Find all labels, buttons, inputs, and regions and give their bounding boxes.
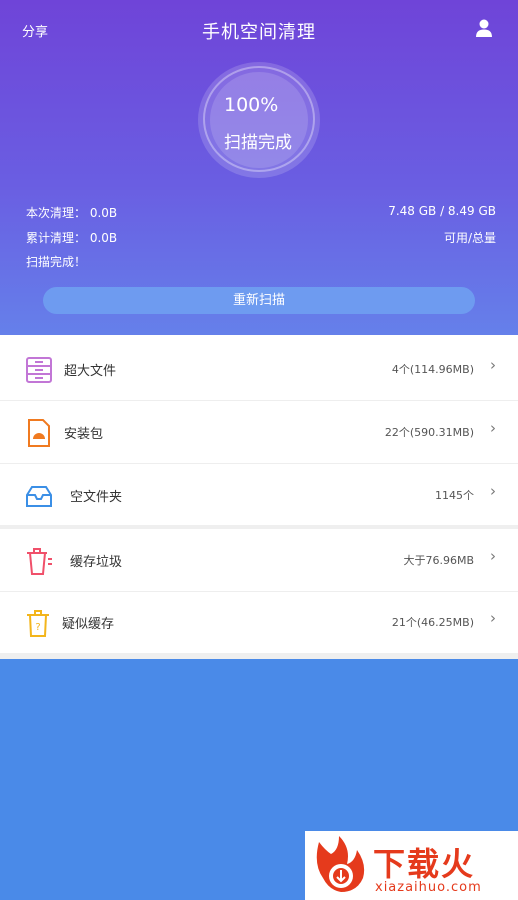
package-icon: [28, 419, 50, 447]
chevron-right-icon: ›: [490, 356, 496, 374]
file-cabinet-icon: [26, 357, 52, 383]
file-category-card: 超大文件 4个(114.96MB) › 安装包 22个(590.31MB) › …: [0, 335, 518, 525]
chevron-right-icon: ›: [490, 482, 496, 500]
list-item-value: 21个(46.25MB): [391, 616, 474, 629]
list-item-value: 22个(590.31MB): [384, 426, 474, 439]
header: 分享 手机空间清理 100% 扫描完成 本次清理： 0.0B 累计清理： 0.0…: [0, 0, 518, 335]
cache-category-card: 缓存垃圾 大于76.96MB › ? 疑似缓存 21个(46.25MB) ›: [0, 529, 518, 653]
empty-folder-icon: [26, 486, 52, 507]
page-title: 手机空间清理: [202, 22, 316, 43]
list-item-label: 缓存垃圾: [70, 555, 123, 570]
list-item-value: 大于76.96MB: [403, 554, 474, 567]
progress-ring-inner: [210, 72, 308, 168]
storage-label: 可用/总量: [443, 231, 496, 245]
list-item-label: 疑似缓存: [62, 617, 115, 632]
list-item-large-files[interactable]: 超大文件 4个(114.96MB) ›: [0, 338, 518, 401]
flame-logo-icon: [316, 836, 365, 892]
suspect-cache-icon: ?: [27, 610, 49, 637]
scan-status: 扫描完成: [224, 133, 292, 153]
storage-value: 7.48 GB / 8.49 GB: [388, 204, 496, 218]
list-item-label: 超大文件: [64, 364, 117, 379]
chevron-right-icon: ›: [490, 547, 496, 565]
user-icon[interactable]: [474, 18, 494, 38]
progress-percent: 100%: [224, 94, 279, 116]
this-clean-stat: 本次清理： 0.0B: [26, 206, 118, 220]
scan-complete-text: 扫描完成！: [26, 255, 87, 269]
watermark-domain: xiazaihuo.com: [375, 880, 482, 895]
watermark-brand: 下载火: [373, 845, 476, 883]
trash-icon: [27, 548, 52, 575]
list-item-label: 空文件夹: [70, 490, 123, 505]
list-item-value: 4个(114.96MB): [391, 363, 474, 376]
list-item-cache-junk[interactable]: 缓存垃圾 大于76.96MB ›: [0, 529, 518, 592]
svg-text:?: ?: [35, 622, 40, 633]
list-item-suspected-cache[interactable]: ? 疑似缓存 21个(46.25MB) ›: [0, 591, 518, 654]
list-item-empty-folders[interactable]: 空文件夹 1145个 ›: [0, 464, 518, 527]
list-item-packages[interactable]: 安装包 22个(590.31MB) ›: [0, 401, 518, 464]
list-item-label: 安装包: [64, 427, 104, 442]
section-divider: [0, 653, 518, 659]
list-item-value: 1145个: [435, 489, 474, 502]
chevron-right-icon: ›: [490, 609, 496, 627]
total-clean-stat: 累计清理： 0.0B: [26, 231, 118, 245]
chevron-right-icon: ›: [490, 419, 496, 437]
watermark: 下载火 xiazaihuo.com: [305, 831, 518, 900]
rescan-button[interactable]: 重新扫描: [43, 287, 475, 314]
